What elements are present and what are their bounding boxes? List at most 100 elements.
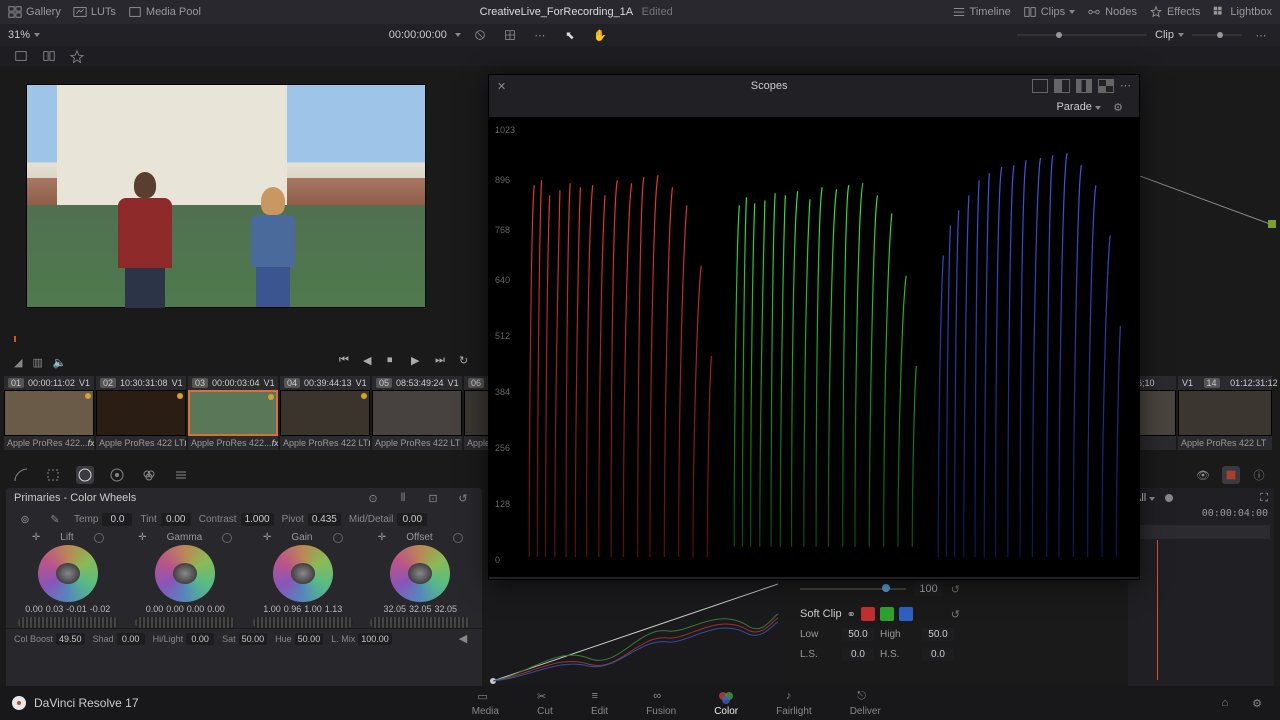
page-fairlight-button[interactable]: ♪Fairlight — [776, 690, 812, 717]
gamma-jog[interactable] — [135, 617, 235, 628]
view-toggle-icon[interactable]: 👁 — [1194, 466, 1212, 484]
zoom-dropdown[interactable]: 31% — [8, 29, 40, 41]
page-color-button[interactable]: Color — [714, 690, 738, 717]
colboost-value[interactable]: 49.50 — [56, 633, 85, 645]
gain-jog[interactable] — [253, 617, 353, 628]
sat-value[interactable]: 50.00 — [239, 633, 268, 645]
keyframe-track[interactable] — [1132, 525, 1270, 539]
wheel-picker-icon[interactable]: ✛ — [263, 532, 271, 543]
qualifier-icon[interactable] — [44, 466, 62, 484]
clips-button[interactable]: Clips — [1023, 5, 1075, 19]
softclip-master-slider[interactable] — [800, 588, 906, 590]
middetail-value[interactable]: 0.00 — [397, 513, 427, 526]
info-icon[interactable]: ⓘ — [1250, 466, 1268, 484]
keyframe-playhead[interactable] — [1157, 540, 1158, 680]
wheel-picker-icon[interactable]: ✛ — [138, 532, 146, 543]
wheel-picker-icon[interactable]: ✛ — [32, 532, 40, 543]
highlight-icon[interactable] — [66, 47, 88, 65]
clip-thumbnail[interactable]: 0400:39:44:13V1 Apple ProRes 422 LT fx — [280, 376, 370, 450]
wheel-value[interactable]: -0.01 — [66, 604, 87, 614]
split-view-icon[interactable]: ▥ — [32, 356, 42, 369]
wheel-reset-icon[interactable] — [222, 533, 232, 543]
picker-icon[interactable]: ◢ — [14, 356, 22, 369]
first-frame-button[interactable]: ⏮ — [339, 354, 355, 370]
scopes-close-button[interactable]: ✕ — [497, 80, 506, 93]
clip-thumbnail[interactable]: 0210:30:31:08V1 Apple ProRes 422 LT fx — [96, 376, 186, 450]
video-viewer[interactable] — [26, 84, 426, 308]
clip-dropdown[interactable]: Clip — [1155, 29, 1184, 41]
softclip-reset-icon[interactable]: ↺ — [951, 608, 960, 621]
gamma-wheel[interactable] — [155, 545, 215, 602]
primary-wheels-icon[interactable] — [76, 466, 94, 484]
offset-jog[interactable] — [370, 617, 470, 628]
settings-icon[interactable]: ⚙ — [1246, 694, 1268, 712]
softclip-low-value[interactable]: 50.0 — [842, 628, 874, 641]
wheel-value[interactable]: 0.00 — [166, 604, 184, 614]
split-icon[interactable] — [38, 47, 60, 65]
page-deliver-button[interactable]: ⎋Deliver — [850, 690, 881, 717]
mute-icon[interactable]: 🔈 — [53, 356, 67, 369]
home-icon[interactable]: ⌂ — [1214, 694, 1236, 712]
page-cut-button[interactable]: ✂Cut — [537, 690, 553, 717]
wheel-value[interactable]: 32.05 — [435, 604, 458, 614]
wheel-reset-icon[interactable] — [333, 533, 343, 543]
wheel-value[interactable]: 1.00 — [304, 604, 322, 614]
pointer-icon[interactable]: ⬉ — [559, 26, 581, 44]
primaries-reset-icon[interactable]: ↺ — [452, 489, 474, 507]
options-icon[interactable]: ⋯ — [529, 26, 551, 44]
next-frame-button[interactable]: ⏭ — [435, 354, 451, 370]
mediapool-button[interactable]: Media Pool — [128, 5, 201, 19]
scopes-layout1-icon[interactable] — [1032, 79, 1048, 93]
wheel-value[interactable]: 0.00 — [207, 604, 225, 614]
hue-value[interactable]: 50.00 — [295, 633, 324, 645]
viewer-timecode[interactable]: 00:00:00:00 — [389, 29, 447, 41]
wheel-picker-icon[interactable]: ✛ — [378, 532, 386, 543]
auto-balance-icon[interactable]: ⊚ — [14, 510, 36, 528]
keyframe-expand-icon[interactable]: ⛶ — [1260, 492, 1268, 505]
clip-thumbnail[interactable]: 0508:53:49:24V1 Apple ProRes 422 LT — [372, 376, 462, 450]
softclip-hs-value[interactable]: 0.0 — [922, 648, 954, 661]
wheel-value[interactable]: 32.05 — [383, 604, 406, 614]
primaries-mode3-icon[interactable]: ⊡ — [422, 489, 444, 507]
pivot-value[interactable]: 0.435 — [308, 513, 341, 526]
lift-wheel[interactable] — [38, 545, 98, 602]
shad-value[interactable]: 0.00 — [117, 633, 145, 645]
offset-wheel[interactable] — [390, 545, 450, 602]
clip-thumbnail[interactable]: 0100:00:11:02V1 Apple ProRes 422... fx — [4, 376, 94, 450]
softclip-master-value[interactable]: 100 — [914, 582, 942, 596]
wheel-value[interactable]: 1.00 — [263, 604, 281, 614]
lightbox-button[interactable]: Lightbox — [1212, 5, 1272, 19]
wheel-value[interactable]: 0.03 — [46, 604, 64, 614]
page-prev-icon[interactable]: ◀ — [452, 630, 474, 648]
scope-settings-icon[interactable]: ⚙ — [1107, 98, 1129, 116]
scopes-layout3-icon[interactable] — [1076, 79, 1092, 93]
tool-a-icon[interactable] — [1222, 466, 1240, 484]
nodes-button[interactable]: Nodes — [1087, 5, 1137, 19]
temp-value[interactable]: 0.0 — [102, 513, 132, 526]
wheel-value[interactable]: 32.05 — [409, 604, 432, 614]
wheel-value[interactable]: 0.00 — [146, 604, 164, 614]
stop-button[interactable]: ⏹ — [387, 354, 403, 370]
softclip-master-reset-icon[interactable]: ↺ — [951, 583, 960, 596]
curves-panel[interactable] — [488, 576, 784, 686]
play-button[interactable]: ▶ — [411, 354, 427, 370]
hilight-value[interactable]: 0.00 — [186, 633, 214, 645]
gallery-button[interactable]: Gallery — [8, 5, 61, 19]
luts-button[interactable]: LUTs — [73, 5, 116, 19]
page-fusion-button[interactable]: ∞Fusion — [646, 690, 676, 717]
prev-frame-button[interactable]: ◀ — [363, 354, 379, 370]
curves-tool-icon[interactable] — [12, 466, 30, 484]
lmix-value[interactable]: 100.00 — [358, 633, 392, 645]
motion-icon[interactable] — [172, 466, 190, 484]
hdr-wheels-icon[interactable] — [108, 466, 126, 484]
primaries-mode2-icon[interactable]: ⦀ — [392, 489, 414, 507]
wheel-value[interactable]: -0.02 — [90, 604, 111, 614]
softclip-red-button[interactable] — [861, 607, 875, 621]
softclip-high-value[interactable]: 50.0 — [922, 628, 954, 641]
keyframe-body[interactable] — [1128, 540, 1274, 680]
wheel-reset-icon[interactable] — [94, 533, 104, 543]
softclip-blue-button[interactable] — [899, 607, 913, 621]
rgb-mixer-icon[interactable] — [140, 466, 158, 484]
wheel-value[interactable]: 0.00 — [187, 604, 205, 614]
scope-mode-dropdown[interactable]: Parade — [1056, 101, 1101, 113]
